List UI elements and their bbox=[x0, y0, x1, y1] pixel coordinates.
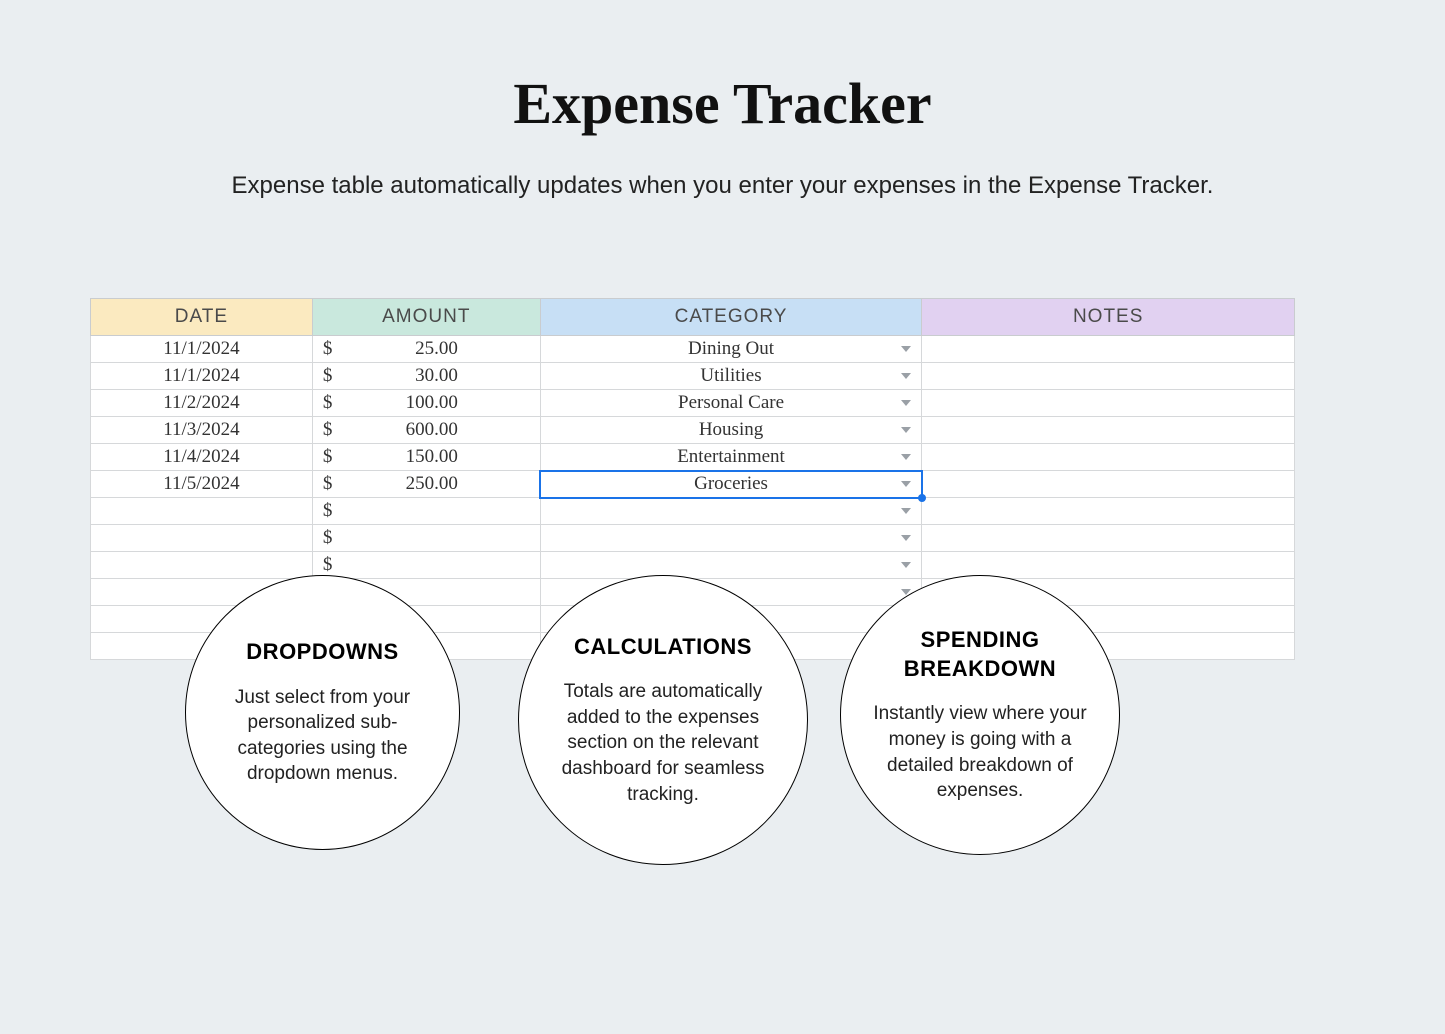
amount-cell[interactable]: $250.00 bbox=[312, 471, 540, 498]
callout-calculations: CALCULATIONS Totals are automatically ad… bbox=[518, 575, 808, 865]
notes-cell[interactable] bbox=[922, 498, 1295, 525]
notes-cell[interactable] bbox=[922, 363, 1295, 390]
category-cell[interactable]: Entertainment bbox=[540, 444, 922, 471]
chevron-down-icon[interactable] bbox=[901, 400, 911, 406]
category-cell[interactable] bbox=[540, 552, 922, 579]
dollar-sign: $ bbox=[323, 473, 333, 495]
notes-cell[interactable] bbox=[922, 444, 1295, 471]
amount-cell[interactable]: $25.00 bbox=[312, 336, 540, 363]
date-cell[interactable]: 11/5/2024 bbox=[91, 471, 313, 498]
date-cell[interactable]: 11/1/2024 bbox=[91, 336, 313, 363]
category-value: Entertainment bbox=[677, 446, 785, 467]
amount-value: 600.00 bbox=[323, 419, 458, 441]
chevron-down-icon[interactable] bbox=[901, 481, 911, 487]
callout-body: Totals are automatically added to the ex… bbox=[549, 679, 777, 807]
chevron-down-icon[interactable] bbox=[901, 346, 911, 352]
page-title: Expense Tracker bbox=[0, 70, 1445, 137]
table-row: $ bbox=[91, 498, 1295, 525]
amount-value: 30.00 bbox=[323, 365, 458, 387]
amount-cell[interactable]: $150.00 bbox=[312, 444, 540, 471]
category-cell[interactable]: Dining Out bbox=[540, 336, 922, 363]
amount-value: 100.00 bbox=[323, 392, 458, 414]
dollar-sign: $ bbox=[323, 446, 333, 468]
date-cell[interactable] bbox=[91, 552, 313, 579]
dollar-sign: $ bbox=[323, 365, 333, 387]
amount-value: 150.00 bbox=[323, 446, 458, 468]
subtitle: Expense table automatically updates when… bbox=[0, 172, 1445, 200]
dollar-sign: $ bbox=[323, 392, 333, 414]
date-cell[interactable]: 11/1/2024 bbox=[91, 363, 313, 390]
amount-cell[interactable]: $100.00 bbox=[312, 390, 540, 417]
amount-cell[interactable]: $ bbox=[312, 525, 540, 552]
notes-cell[interactable] bbox=[922, 525, 1295, 552]
date-cell[interactable] bbox=[91, 498, 313, 525]
header-notes[interactable]: NOTES bbox=[922, 299, 1295, 336]
amount-cell[interactable]: $30.00 bbox=[312, 363, 540, 390]
dollar-sign: $ bbox=[323, 554, 333, 576]
date-cell[interactable]: 11/3/2024 bbox=[91, 417, 313, 444]
chevron-down-icon[interactable] bbox=[901, 562, 911, 568]
header-date[interactable]: DATE bbox=[91, 299, 313, 336]
table-row: 11/1/2024$30.00Utilities bbox=[91, 363, 1295, 390]
chevron-down-icon[interactable] bbox=[901, 508, 911, 514]
callout-title: CALCULATIONS bbox=[574, 633, 752, 662]
date-cell[interactable] bbox=[91, 525, 313, 552]
category-cell[interactable] bbox=[540, 525, 922, 552]
notes-cell[interactable] bbox=[922, 417, 1295, 444]
amount-cell[interactable]: $ bbox=[312, 552, 540, 579]
category-cell[interactable] bbox=[540, 498, 922, 525]
table-row: $ bbox=[91, 552, 1295, 579]
dollar-sign: $ bbox=[323, 500, 333, 522]
table-row: 11/3/2024$600.00Housing bbox=[91, 417, 1295, 444]
callout-dropdowns: DROPDOWNS Just select from your personal… bbox=[185, 575, 460, 850]
table-row: 11/1/2024$25.00Dining Out bbox=[91, 336, 1295, 363]
dollar-sign: $ bbox=[323, 338, 333, 360]
category-value: Dining Out bbox=[688, 338, 774, 359]
callout-title: SPENDING BREAKDOWN bbox=[871, 626, 1089, 683]
category-value: Personal Care bbox=[678, 392, 784, 413]
table-row: 11/4/2024$150.00Entertainment bbox=[91, 444, 1295, 471]
date-cell[interactable]: 11/4/2024 bbox=[91, 444, 313, 471]
callout-body: Instantly view where your money is going… bbox=[871, 701, 1089, 804]
callout-title: DROPDOWNS bbox=[246, 638, 398, 667]
notes-cell[interactable] bbox=[922, 471, 1295, 498]
notes-cell[interactable] bbox=[922, 336, 1295, 363]
category-cell[interactable]: Personal Care bbox=[540, 390, 922, 417]
amount-value: 25.00 bbox=[323, 338, 458, 360]
dollar-sign: $ bbox=[323, 527, 333, 549]
chevron-down-icon[interactable] bbox=[901, 454, 911, 460]
callout-body: Just select from your personalized sub-c… bbox=[216, 685, 429, 788]
notes-cell[interactable] bbox=[922, 390, 1295, 417]
amount-cell[interactable]: $600.00 bbox=[312, 417, 540, 444]
callout-spending-breakdown: SPENDING BREAKDOWN Instantly view where … bbox=[840, 575, 1120, 855]
category-value: Groceries bbox=[694, 473, 768, 494]
category-cell[interactable]: Housing bbox=[540, 417, 922, 444]
table-row: 11/5/2024$250.00Groceries bbox=[91, 471, 1295, 498]
chevron-down-icon[interactable] bbox=[901, 427, 911, 433]
chevron-down-icon[interactable] bbox=[901, 535, 911, 541]
table-row: $ bbox=[91, 525, 1295, 552]
header-category[interactable]: CATEGORY bbox=[540, 299, 922, 336]
amount-value: 250.00 bbox=[323, 473, 458, 495]
chevron-down-icon[interactable] bbox=[901, 373, 911, 379]
category-cell[interactable]: Groceries bbox=[540, 471, 922, 498]
category-value: Utilities bbox=[700, 365, 761, 386]
table-row: 11/2/2024$100.00Personal Care bbox=[91, 390, 1295, 417]
category-value: Housing bbox=[699, 419, 763, 440]
dollar-sign: $ bbox=[323, 419, 333, 441]
header-amount[interactable]: AMOUNT bbox=[312, 299, 540, 336]
date-cell[interactable]: 11/2/2024 bbox=[91, 390, 313, 417]
category-cell[interactable]: Utilities bbox=[540, 363, 922, 390]
amount-cell[interactable]: $ bbox=[312, 498, 540, 525]
